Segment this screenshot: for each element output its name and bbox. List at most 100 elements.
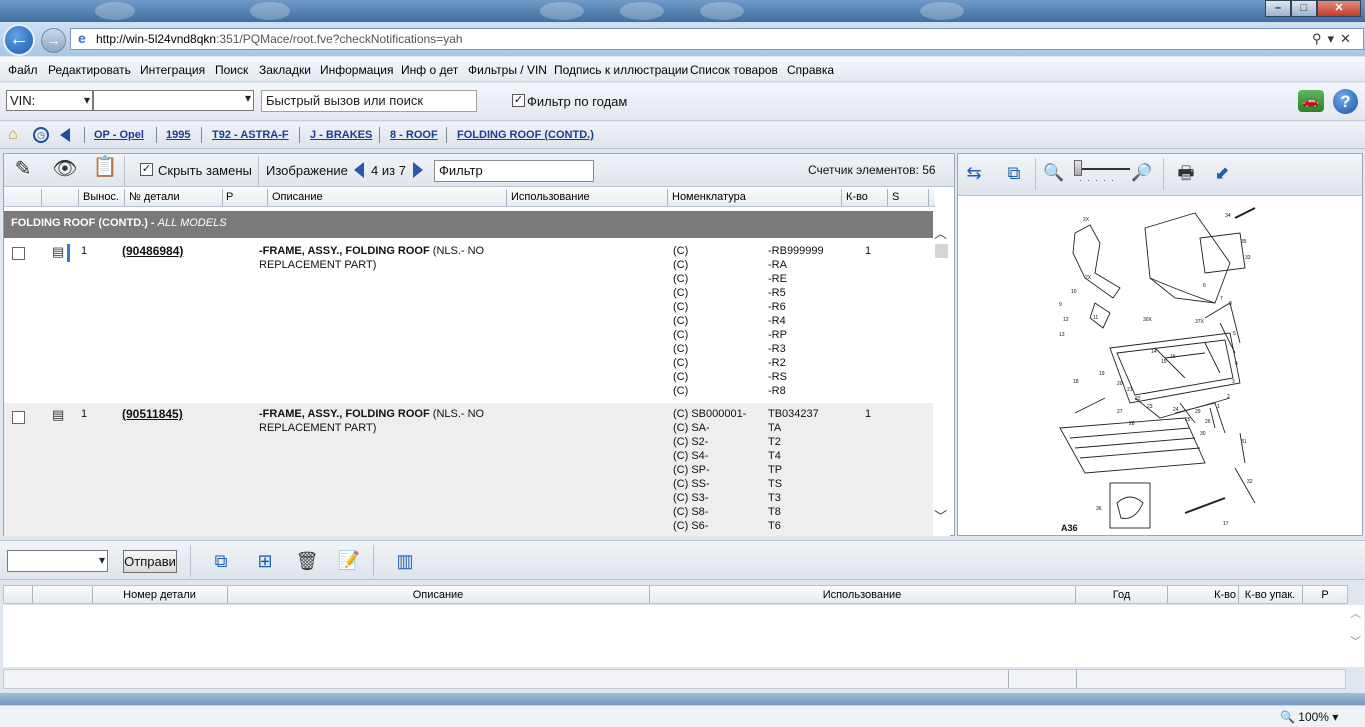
cart-col-pack-qty[interactable]: К-во упак. (1239, 589, 1301, 601)
url-text[interactable]: http://win-5l24vnd8qkn:351/PQMace/root.f… (96, 32, 463, 46)
callout-label: 33 (1245, 255, 1251, 261)
cart-col-p[interactable]: P (1303, 589, 1347, 601)
callout-label: 30 (1200, 431, 1206, 437)
next-image-arrow-icon[interactable] (413, 162, 423, 178)
chevron-up-icon[interactable]: ︿ (934, 223, 947, 242)
menu-file[interactable]: Файл (8, 63, 38, 77)
crumb-catalog[interactable]: OP - Opel (94, 129, 144, 141)
preview-eye-icon[interactable]: 👁 (52, 156, 78, 182)
zoom-slider-thumb[interactable] (1074, 160, 1082, 176)
filter-input[interactable]: Фильтр (434, 160, 594, 182)
column-separator (32, 586, 33, 603)
menu-edit[interactable]: Редактировать (48, 63, 131, 77)
menu-product-list[interactable]: Список товаров (690, 63, 778, 77)
zoom-level[interactable]: 🔍 100% ▾ (1280, 710, 1338, 724)
description-bold: -FRAME, ASSY., FOLDING ROOF (259, 408, 430, 420)
export-clipboard-icon[interactable]: 📋 (92, 154, 118, 180)
menu-bookmarks[interactable]: Закладки (259, 63, 311, 77)
callout-label: 18 (1073, 379, 1079, 385)
toolbar-divider (1035, 158, 1036, 190)
add-item-icon[interactable]: ⊞ (252, 548, 278, 574)
callout-label: 21 (1127, 387, 1133, 393)
col-s[interactable]: S (892, 191, 899, 203)
nomen-range: -R4 (768, 315, 786, 327)
menu-integration[interactable]: Интеграция (140, 63, 205, 77)
column-separator (124, 189, 125, 206)
crumb-model[interactable]: T92 - ASTRA-F (212, 129, 289, 141)
cart-scrollbar[interactable]: ︿ ﹀ (1347, 605, 1364, 667)
zoom-out-icon[interactable]: 🔍 (1041, 160, 1067, 186)
callout-label: 30X (1143, 317, 1153, 323)
menu-info[interactable]: Информация (320, 63, 393, 77)
columns-icon[interactable]: ▥ (392, 548, 418, 574)
row-checkbox[interactable] (12, 247, 25, 260)
col-nomenclature[interactable]: Номенклатура (672, 191, 746, 203)
cart-col-part-number[interactable]: Номер детали (93, 589, 226, 601)
maximize-button[interactable]: □ (1291, 0, 1317, 17)
menu-illustration-caption[interactable]: Подпись к иллюстрации (554, 63, 688, 77)
cart-target-select[interactable]: ▾ (7, 550, 108, 572)
table-row[interactable]: ▤ 1 (90486984) -FRAME, ASSY., FOLDING RO… (4, 239, 933, 401)
crumb-section[interactable]: FOLDING ROOF (CONTD.) (457, 129, 594, 141)
callout-label: 6 (1203, 283, 1206, 289)
export-image-icon[interactable]: ⬋ (1209, 160, 1235, 186)
vin-value-select[interactable]: ▾ (93, 90, 254, 111)
col-description[interactable]: Описание (272, 191, 323, 203)
col-p[interactable]: P (226, 191, 233, 203)
previous-image-arrow-icon[interactable] (354, 162, 364, 178)
cart-col-year[interactable]: Год (1076, 589, 1167, 601)
help-icon[interactable]: ? (1333, 89, 1358, 114)
row-checkbox[interactable] (12, 411, 25, 424)
edit-list-icon[interactable]: 📝 (336, 547, 362, 573)
send-button[interactable]: Отправи (123, 550, 177, 573)
quick-search-input[interactable]: Быстрый вызов или поиск (261, 90, 477, 112)
illustration-id: A36 (1061, 523, 1078, 533)
scrollbar-thumb[interactable] (935, 244, 948, 258)
chevron-down-icon[interactable]: ﹀ (934, 506, 947, 525)
year-filter-checkbox[interactable]: ✓ (512, 94, 525, 107)
cart-col-usage[interactable]: Использование (650, 589, 1074, 601)
zoom-value: 100% (1298, 710, 1329, 724)
back-arrow-icon[interactable]: ← (3, 24, 35, 56)
forward-arrow-icon[interactable]: → (41, 28, 66, 53)
vin-type-select[interactable]: VIN: ▾ (6, 90, 93, 111)
new-list-icon[interactable]: ⧉ (208, 548, 234, 574)
zoom-in-icon[interactable]: 🔎 (1129, 160, 1155, 186)
close-button[interactable]: ✕ (1317, 0, 1361, 17)
part-number-link[interactable]: (90486984) (122, 244, 183, 258)
cart-col-qty[interactable]: К-во (1168, 589, 1236, 601)
menu-part-info[interactable]: Инф о дет (401, 63, 458, 77)
notes-pencil-icon[interactable]: ✎ (10, 156, 36, 182)
back-triangle-icon[interactable] (60, 128, 70, 142)
fit-to-window-icon[interactable]: ⇆ (961, 160, 987, 186)
print-icon[interactable]: 🖶 (1173, 160, 1199, 186)
col-qty[interactable]: К-во (846, 191, 868, 203)
notes-list-icon[interactable]: ▤ (52, 407, 64, 423)
parts-scrollbar[interactable] (933, 211, 950, 536)
vehicle-icon[interactable]: 🚗 (1298, 90, 1324, 112)
home-icon[interactable]: ⌂ (8, 126, 18, 144)
col-part-number[interactable]: № детали (129, 191, 180, 203)
frame-divider (0, 693, 1365, 705)
table-row[interactable]: ▤ 1 (90511845) -FRAME, ASSY., FOLDING RO… (4, 403, 933, 536)
trash-icon[interactable]: 🗑 (294, 548, 320, 574)
hide-replacements-checkbox[interactable]: ✓ (140, 163, 153, 176)
search-refresh-icons[interactable]: ⚲▾✕ (1312, 31, 1357, 47)
col-callout[interactable]: Вынос. (83, 191, 119, 203)
menu-help[interactable]: Справка (787, 63, 834, 77)
element-counter: Счетчик элементов: 56 (808, 163, 936, 177)
crumb-group[interactable]: J - BRAKES (310, 129, 372, 141)
cart-col-description[interactable]: Описание (228, 589, 648, 601)
exploded-parts-diagram[interactable]: 2X 34 35 33 2X 9 10 11 12 13 30X 37X 7 8… (1055, 203, 1265, 533)
history-clock-icon[interactable]: ◷ (33, 127, 49, 143)
part-number-link[interactable]: (90511845) (122, 407, 183, 421)
notes-list-icon[interactable]: ▤ (52, 244, 64, 260)
zoom-area-icon[interactable]: ⧉ (1001, 160, 1027, 186)
crumb-subgroup[interactable]: 8 - ROOF (390, 129, 438, 141)
zoom-slider-track[interactable] (1078, 168, 1130, 170)
menu-filters-vin[interactable]: Фильтры / VIN (468, 63, 547, 77)
col-usage[interactable]: Использование (511, 191, 590, 203)
minimize-button[interactable]: – (1265, 0, 1291, 17)
menu-search[interactable]: Поиск (215, 63, 248, 77)
crumb-year[interactable]: 1995 (166, 129, 190, 141)
